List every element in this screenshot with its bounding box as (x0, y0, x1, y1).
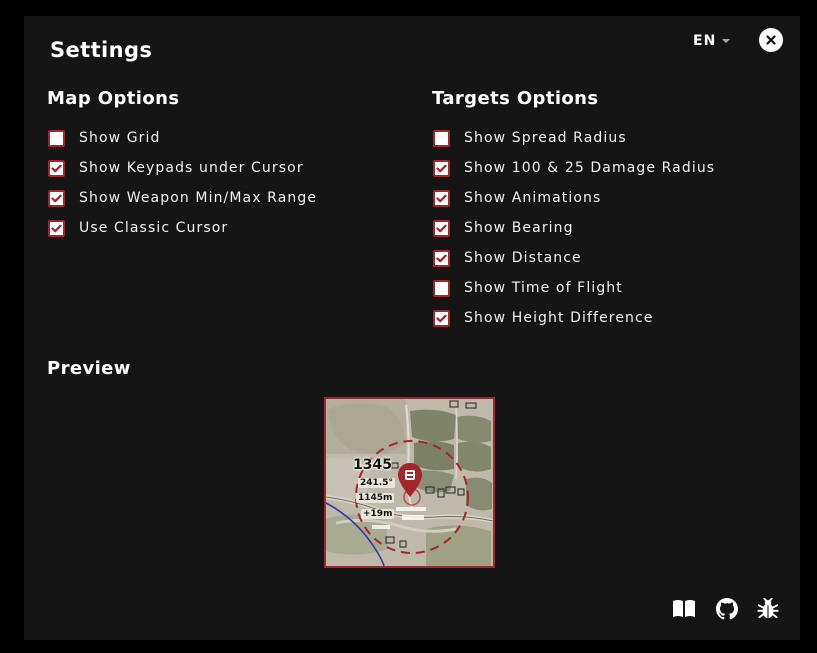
option-label: Show 100 & 25 Damage Radius (464, 160, 716, 176)
option-show-spread-radius[interactable]: Show Spread Radius (433, 123, 715, 153)
check-icon (51, 224, 62, 232)
check-icon (51, 194, 62, 202)
option-show-keypads-under-cursor[interactable]: Show Keypads under Cursor (48, 153, 317, 183)
checkbox[interactable] (48, 219, 65, 237)
option-show-damage-radius[interactable]: Show 100 & 25 Damage Radius (433, 153, 715, 183)
preview-height-label: +19m (361, 509, 395, 519)
book-icon (673, 600, 695, 617)
targets-options-list: Show Spread Radius Show 100 & 25 Damage … (433, 123, 715, 333)
option-show-weapon-min-max-range[interactable]: Show Weapon Min/Max Range (48, 183, 317, 213)
preview-distance-label: 1145m (356, 493, 395, 503)
map-options-title: Map Options (47, 88, 180, 109)
settings-dialog: Settings EN Map Options Show Grid Show K… (24, 16, 800, 640)
option-use-classic-cursor[interactable]: Use Classic Cursor (48, 213, 317, 243)
preview-map: 1345 241.5° 1145m +19m (324, 397, 495, 568)
option-show-grid[interactable]: Show Grid (48, 123, 317, 153)
check-icon (436, 164, 447, 172)
close-icon (766, 35, 776, 45)
checkbox[interactable] (48, 129, 65, 147)
option-label: Show Animations (464, 190, 602, 206)
option-label: Show Time of Flight (464, 280, 623, 296)
option-label: Show Keypads under Cursor (79, 160, 304, 176)
preview-title: Preview (47, 358, 131, 379)
option-label: Show Grid (79, 130, 161, 146)
checkbox[interactable] (433, 129, 450, 147)
check-icon (436, 224, 447, 232)
chevron-down-icon (722, 39, 731, 43)
checkbox[interactable] (433, 189, 450, 207)
option-label: Show Bearing (464, 220, 574, 236)
option-label: Show Distance (464, 250, 582, 266)
check-icon (436, 194, 447, 202)
language-selector[interactable]: EN (693, 33, 731, 49)
map-options-list: Show Grid Show Keypads under Cursor Show… (48, 123, 317, 243)
option-show-animations[interactable]: Show Animations (433, 183, 715, 213)
dialog-title: Settings (50, 38, 153, 62)
bug-icon (757, 598, 779, 619)
preview-bearing-label: 241.5° (358, 478, 395, 488)
option-label: Show Height Difference (464, 310, 654, 326)
option-show-height-difference[interactable]: Show Height Difference (433, 303, 715, 333)
preview-keypad-label: 1345 (353, 457, 392, 473)
checkbox[interactable] (433, 219, 450, 237)
checkbox[interactable] (48, 159, 65, 177)
option-label: Use Classic Cursor (79, 220, 229, 236)
check-icon (436, 254, 447, 262)
check-icon (436, 314, 447, 322)
targets-options-title: Targets Options (432, 88, 599, 109)
checkbox[interactable] (433, 249, 450, 267)
preview-map-image (326, 399, 493, 566)
option-show-distance[interactable]: Show Distance (433, 243, 715, 273)
checkbox[interactable] (433, 159, 450, 177)
github-button[interactable] (714, 596, 740, 622)
checkbox[interactable] (433, 309, 450, 327)
checkbox[interactable] (48, 189, 65, 207)
github-icon (716, 598, 738, 620)
option-label: Show Spread Radius (464, 130, 627, 146)
checkbox[interactable] (433, 279, 450, 297)
option-show-bearing[interactable]: Show Bearing (433, 213, 715, 243)
check-icon (51, 164, 62, 172)
close-button[interactable] (759, 28, 783, 52)
option-show-time-of-flight[interactable]: Show Time of Flight (433, 273, 715, 303)
docs-button[interactable] (671, 596, 697, 622)
language-label: EN (693, 33, 717, 49)
report-bug-button[interactable] (755, 596, 781, 622)
option-label: Show Weapon Min/Max Range (79, 190, 318, 206)
